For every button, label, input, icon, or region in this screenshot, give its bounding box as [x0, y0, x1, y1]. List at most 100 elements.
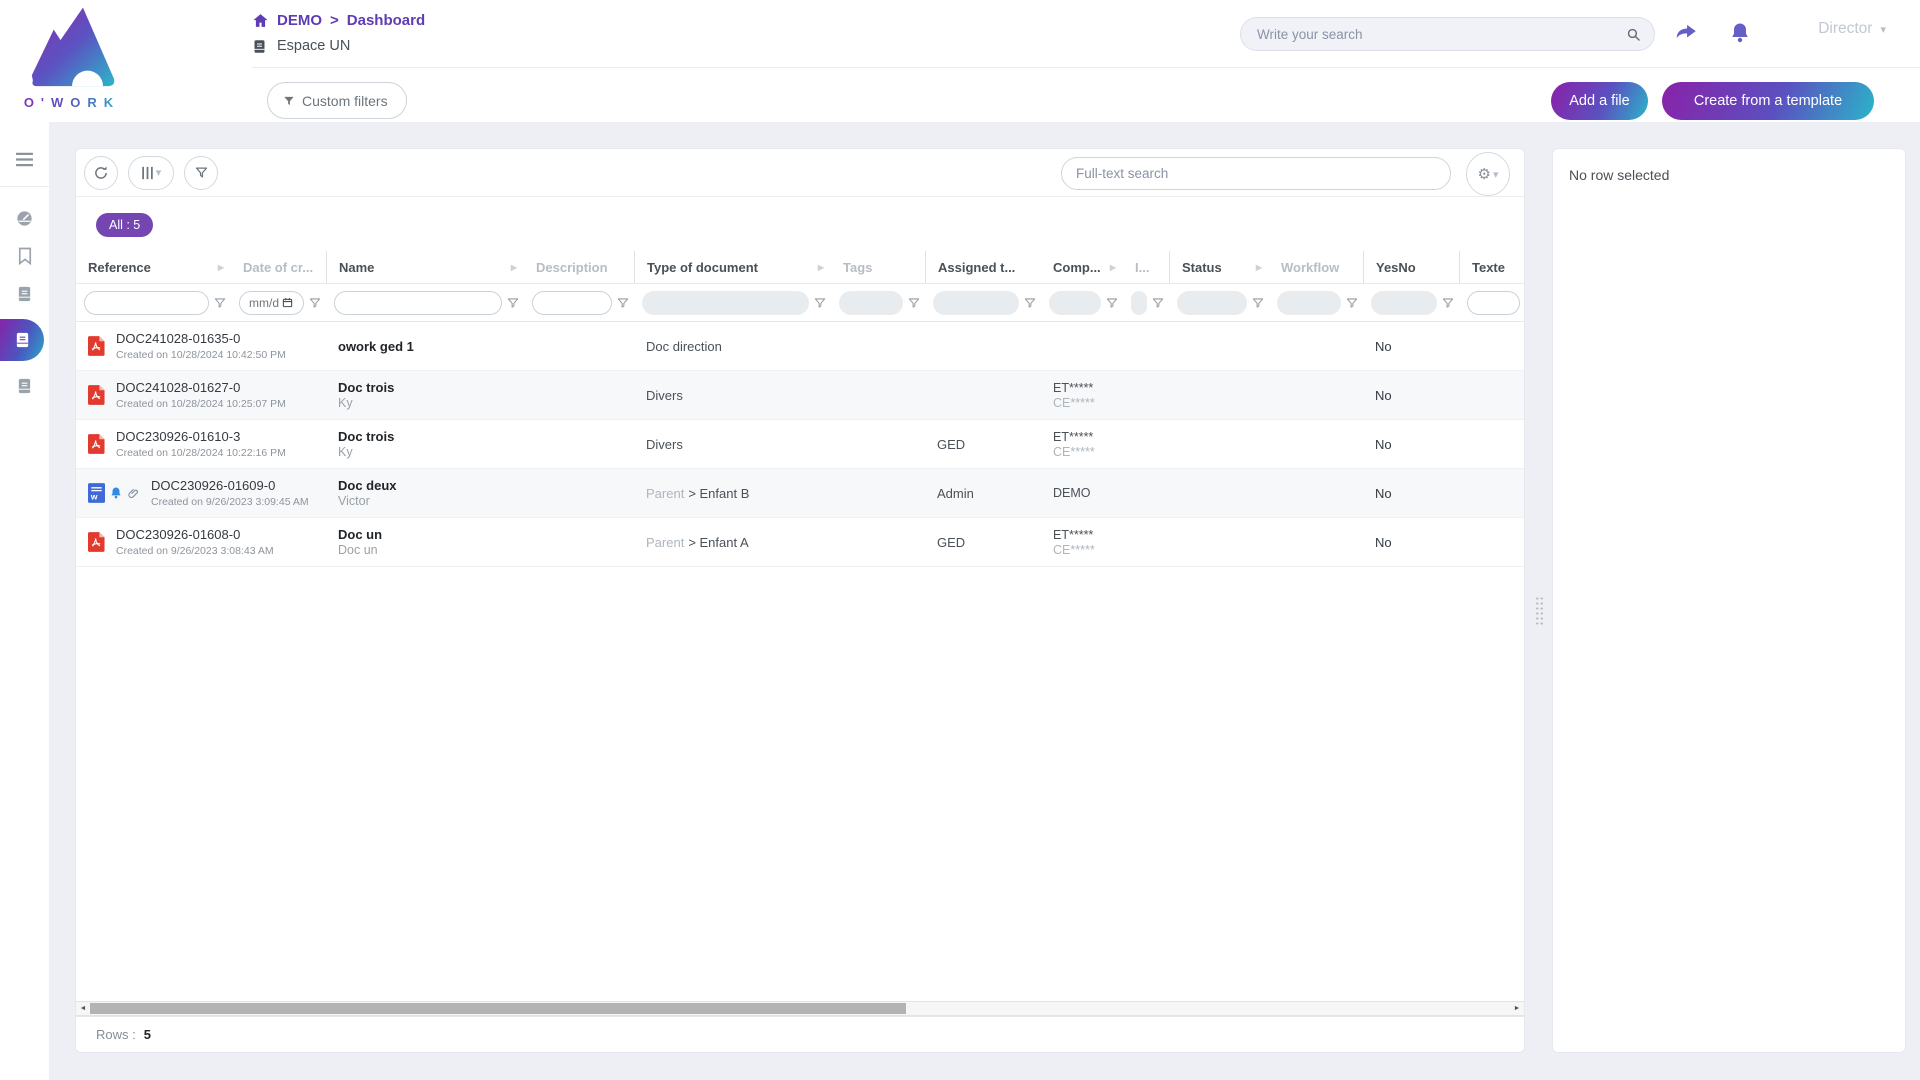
header-divider [252, 67, 1920, 68]
sort-arrow-icon[interactable]: ▶ [511, 263, 517, 272]
filter-input-description[interactable] [532, 291, 612, 315]
funnel-icon[interactable] [907, 296, 921, 310]
filter-input-date[interactable]: mm/d [239, 291, 304, 315]
all-count-badge[interactable]: All : 5 [96, 213, 153, 237]
document-reference: DOC230926-01608-0 [116, 527, 274, 542]
create-from-template-button[interactable]: Create from a template [1662, 82, 1874, 120]
gear-icon: ⚙ [1478, 165, 1491, 183]
panel-resizer-handle[interactable] [1535, 596, 1544, 626]
column-header-yesno[interactable]: YesNo [1363, 251, 1459, 283]
refresh-button[interactable] [84, 156, 118, 190]
custom-filters-button[interactable]: Custom filters [267, 82, 407, 119]
table-toolbar: ▾ ⚙ ▾ [76, 149, 1524, 197]
scroll-left-icon[interactable]: ◄ [76, 1002, 90, 1015]
document-subtitle: Ky [338, 396, 524, 410]
document-company: ET*****CE***** [1041, 430, 1169, 459]
funnel-icon[interactable] [1023, 296, 1037, 310]
column-header-description[interactable]: Description [524, 251, 634, 283]
home-icon[interactable] [252, 12, 269, 29]
document-type: Divers [634, 437, 831, 452]
column-header-i[interactable]: I... [1123, 251, 1169, 283]
sidebar-item-ged-active[interactable] [0, 319, 44, 361]
search-icon[interactable] [1625, 26, 1642, 43]
fulltext-search-input[interactable] [1076, 166, 1436, 181]
sidebar-item-bookmarks[interactable] [0, 237, 49, 275]
document-reference: DOC230926-01609-0 [151, 478, 309, 493]
column-header-date[interactable]: Date of cr... [231, 251, 326, 283]
document-type: Doc direction [634, 339, 831, 354]
filter-button[interactable] [184, 156, 218, 190]
table-filter-row: mm/d [76, 284, 1524, 322]
sidebar-menu-toggle[interactable] [0, 140, 49, 178]
sidebar-item-archives[interactable] [0, 367, 49, 405]
document-type: Parent> Enfant A [634, 535, 831, 550]
filter-input-name[interactable] [334, 291, 502, 315]
table-row[interactable]: DOC241028-01627-0 Created on 10/28/2024 … [76, 371, 1524, 420]
filter-input-reference[interactable] [84, 291, 209, 315]
funnel-icon[interactable] [1345, 296, 1359, 310]
column-header-texte[interactable]: Texte [1459, 251, 1524, 283]
filter-input-texte[interactable] [1467, 291, 1520, 315]
document-created: Created on 10/28/2024 10:25:07 PM [116, 398, 286, 410]
user-menu[interactable]: Director ▾ [1818, 20, 1886, 38]
global-search-input[interactable] [1257, 27, 1625, 42]
scrollbar-thumb[interactable] [90, 1003, 906, 1014]
space-title: Espace UN [277, 38, 350, 54]
funnel-icon[interactable] [1105, 296, 1119, 310]
documents-table: Reference ▶ Date of cr... Name ▶ Descrip… [76, 251, 1524, 567]
table-row[interactable]: w DOC230926-01609-0 Created on 9/26/2023… [76, 469, 1524, 518]
sidebar-item-documents[interactable] [0, 275, 49, 313]
breadcrumb: DEMO > Dashboard [252, 12, 425, 29]
column-header-name[interactable]: Name ▶ [326, 251, 524, 283]
funnel-icon[interactable] [213, 296, 227, 310]
scroll-right-icon[interactable]: ► [1510, 1002, 1524, 1015]
column-header-status[interactable]: Status ▶ [1169, 251, 1269, 283]
sort-arrow-icon[interactable]: ▶ [1110, 263, 1116, 272]
sidebar [0, 122, 49, 1080]
refresh-icon [93, 165, 109, 181]
columns-icon [141, 166, 154, 180]
app-logo[interactable]: O'WORK [12, 4, 132, 110]
funnel-icon[interactable] [1251, 296, 1265, 310]
sidebar-item-dashboard[interactable] [0, 199, 49, 237]
filter-input-workflow-disabled [1277, 291, 1341, 315]
add-file-button[interactable]: Add a file [1551, 82, 1648, 120]
breadcrumb-current[interactable]: Dashboard [347, 12, 425, 29]
document-company: ET*****CE***** [1041, 381, 1169, 410]
paperclip-icon [127, 487, 140, 500]
columns-button[interactable]: ▾ [128, 156, 174, 190]
document-assigned: GED [925, 535, 1041, 550]
horizontal-scrollbar[interactable]: ◄ ► [76, 1001, 1524, 1016]
funnel-icon[interactable] [616, 296, 630, 310]
funnel-icon[interactable] [1441, 296, 1455, 310]
table-header-row: Reference ▶ Date of cr... Name ▶ Descrip… [76, 251, 1524, 284]
funnel-icon[interactable] [1151, 296, 1165, 310]
sort-arrow-icon[interactable]: ▶ [1256, 263, 1262, 272]
notifications-button[interactable] [1723, 16, 1757, 50]
rows-count: 5 [144, 1027, 151, 1042]
column-header-workflow[interactable]: Workflow [1269, 251, 1363, 283]
column-header-company[interactable]: Comp... ▶ [1041, 251, 1123, 283]
table-row[interactable]: DOC230926-01608-0 Created on 9/26/2023 3… [76, 518, 1524, 567]
table-row[interactable]: DOC230926-01610-3 Created on 10/28/2024 … [76, 420, 1524, 469]
column-header-reference[interactable]: Reference ▶ [76, 251, 231, 283]
table-row[interactable]: DOC241028-01635-0 Created on 10/28/2024 … [76, 322, 1524, 371]
funnel-icon[interactable] [506, 296, 520, 310]
column-header-type[interactable]: Type of document ▶ [634, 251, 831, 283]
table-settings-button[interactable]: ⚙ ▾ [1466, 152, 1510, 196]
column-header-tags[interactable]: Tags [831, 251, 925, 283]
filter-input-tags-disabled [839, 291, 903, 315]
funnel-icon[interactable] [308, 296, 322, 310]
svg-text:w: w [90, 492, 98, 502]
document-assigned: GED [925, 437, 1041, 452]
filter-input-assigned-disabled [933, 291, 1019, 315]
share-button[interactable] [1669, 16, 1703, 50]
filter-input-yesno-disabled [1371, 291, 1437, 315]
column-header-assigned[interactable]: Assigned t... [925, 251, 1041, 283]
breadcrumb-root[interactable]: DEMO [277, 12, 322, 29]
sort-arrow-icon[interactable]: ▶ [818, 263, 824, 272]
logo-wordmark: O'WORK [12, 95, 132, 110]
document-type: Divers [634, 388, 831, 403]
funnel-icon[interactable] [813, 296, 827, 310]
sort-arrow-icon[interactable]: ▶ [218, 263, 224, 272]
